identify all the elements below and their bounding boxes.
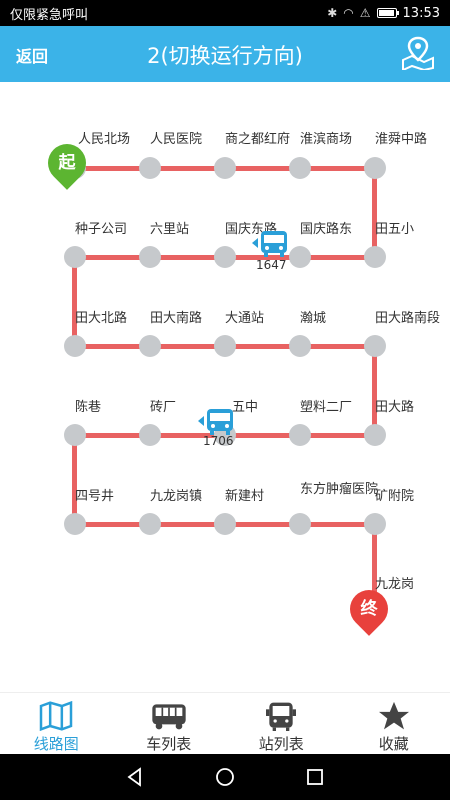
stop-label[interactable]: 塑料二厂 — [300, 400, 352, 416]
star-icon — [378, 701, 409, 730]
alert-icon: ⚠ — [359, 6, 371, 20]
stop-label[interactable]: 国庆路东 — [300, 222, 352, 238]
map-icon — [40, 701, 73, 731]
app-header: 返回 2(切换运行方向) — [0, 26, 450, 82]
bus-icon[interactable] — [250, 228, 292, 258]
tab-label: 线路图 — [33, 735, 79, 753]
stop-dot[interactable] — [214, 157, 236, 179]
stop-label[interactable]: 淮舜中路 — [375, 132, 427, 148]
stop-label[interactable]: 东方肿瘤医院 — [300, 482, 380, 498]
stop-dot[interactable] — [364, 157, 386, 179]
route-map: 人民北场 人民医院 商之都红府 淮滨商场 淮舜中路 田五小 国庆路东 国庆东路 … — [0, 82, 450, 692]
stop-label[interactable]: 砖厂 — [150, 400, 176, 416]
tab-bar: 线路图 车列表 站列表 收藏 — [0, 692, 450, 754]
tab-label: 站列表 — [258, 735, 304, 753]
stop-label[interactable]: 大通站 — [225, 311, 264, 327]
start-badge: 起 — [58, 153, 76, 173]
station-icon — [266, 702, 297, 731]
status-time: 13:53 — [402, 5, 440, 21]
stop-label[interactable]: 田五小 — [375, 222, 414, 238]
status-carrier-text: 仅限紧急呼叫 — [10, 7, 89, 23]
stop-label[interactable]: 四号井 — [75, 489, 114, 505]
status-icons: ✱ ◠ ⚠ 13:53 — [327, 6, 440, 21]
stop-dot[interactable] — [289, 335, 311, 357]
tab-favorites[interactable]: 收藏 — [338, 693, 450, 754]
tab-station-list[interactable]: 站列表 — [225, 693, 338, 754]
stop-dot[interactable] — [289, 246, 311, 268]
stop-label[interactable]: 淮滨商场 — [300, 132, 352, 148]
start-marker: 起 — [40, 136, 94, 190]
stop-dot[interactable] — [289, 513, 311, 535]
stop-label[interactable]: 田大南路 — [150, 311, 202, 327]
back-button[interactable]: 返回 — [16, 43, 48, 67]
stop-dot[interactable] — [139, 157, 161, 179]
stop-dot[interactable] — [64, 513, 86, 535]
stop-dot[interactable] — [364, 513, 386, 535]
bluetooth-icon: ✱ — [327, 6, 338, 20]
stop-label[interactable]: 商之都红府 — [225, 132, 290, 148]
bus-id-label: 1706 — [203, 434, 234, 448]
bus-icon — [152, 704, 186, 730]
stop-dot[interactable] — [364, 335, 386, 357]
stop-label[interactable]: 种子公司 — [75, 222, 127, 238]
stop-dot[interactable] — [364, 424, 386, 446]
stop-dot[interactable] — [289, 424, 311, 446]
bus-id-label: 1647 — [256, 258, 287, 272]
home-nav-icon[interactable] — [214, 766, 236, 788]
stop-dot[interactable] — [364, 246, 386, 268]
stop-dot[interactable] — [64, 335, 86, 357]
page-title[interactable]: 2(切换运行方向) — [70, 40, 380, 70]
stop-label[interactable]: 人民医院 — [150, 132, 202, 148]
end-marker: 终 — [342, 582, 396, 636]
stop-label[interactable]: 六里站 — [150, 222, 189, 238]
stop-dot[interactable] — [64, 246, 86, 268]
stop-dot[interactable] — [289, 157, 311, 179]
tab-label: 收藏 — [378, 735, 409, 753]
tab-bus-list[interactable]: 车列表 — [113, 693, 226, 754]
bus-icon[interactable] — [196, 406, 238, 436]
stop-dot[interactable] — [139, 513, 161, 535]
system-nav-bar — [0, 754, 450, 800]
stop-label[interactable]: 瀚城 — [300, 311, 326, 327]
stop-dot[interactable] — [139, 424, 161, 446]
end-badge: 终 — [360, 599, 378, 619]
stop-label[interactable]: 矿附院 — [375, 489, 414, 505]
stop-label[interactable]: 田大路南段 — [375, 311, 440, 327]
stop-label[interactable]: 陈巷 — [75, 400, 101, 416]
stop-label[interactable]: 新建村 — [225, 489, 264, 505]
stop-dot[interactable] — [214, 513, 236, 535]
stop-label[interactable]: 田大北路 — [75, 311, 127, 327]
back-nav-icon[interactable] — [124, 766, 146, 788]
stop-label[interactable]: 田大路 — [375, 400, 414, 416]
stop-label[interactable]: 九龙岗镇 — [150, 489, 202, 505]
wifi-icon: ◠ — [343, 6, 354, 20]
battery-icon — [376, 8, 399, 18]
route-segment — [372, 168, 377, 258]
stop-dot[interactable] — [214, 246, 236, 268]
status-bar: 仅限紧急呼叫 ✱ ◠ ⚠ 13:53 — [0, 0, 450, 26]
tab-label: 车列表 — [146, 735, 192, 753]
recents-nav-icon[interactable] — [304, 766, 326, 788]
tab-route-map[interactable]: 线路图 — [0, 693, 113, 754]
map-location-icon[interactable] — [400, 36, 436, 70]
stop-dot[interactable] — [214, 335, 236, 357]
stop-dot[interactable] — [139, 335, 161, 357]
stop-dot[interactable] — [139, 246, 161, 268]
stop-dot[interactable] — [64, 424, 86, 446]
